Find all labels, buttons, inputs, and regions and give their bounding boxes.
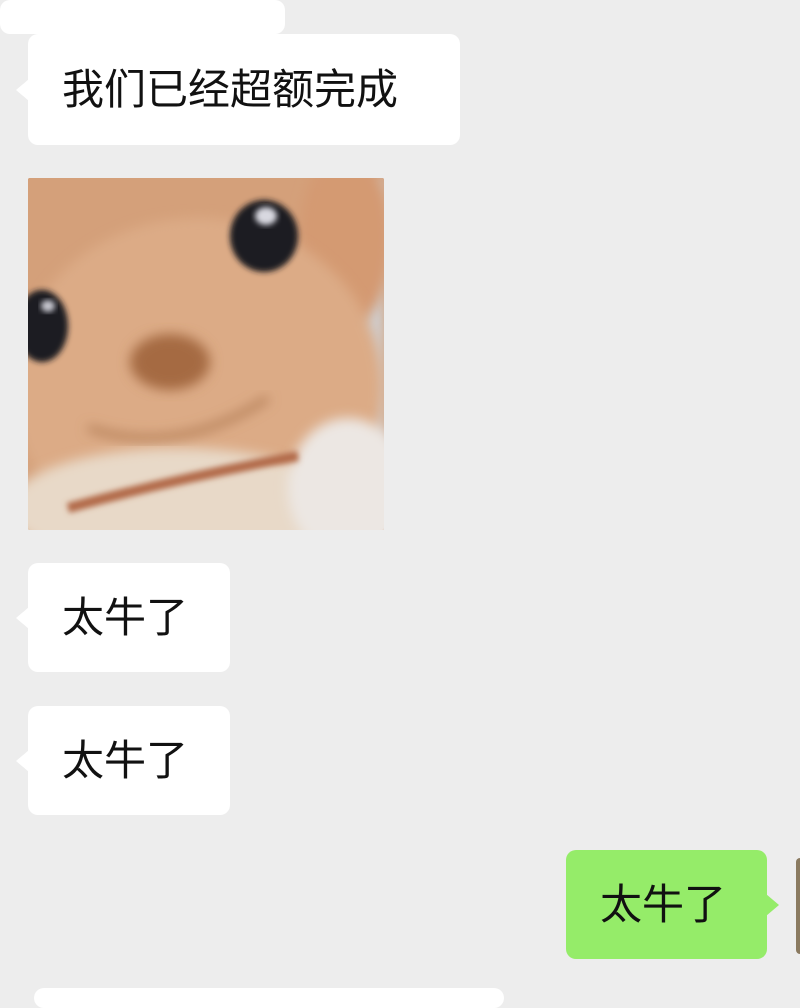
outgoing-message-bubble[interactable]: 太牛了 [566,850,767,959]
incoming-message-bubble[interactable]: 太牛了 [28,706,230,815]
incoming-image-message[interactable] [28,178,384,530]
message-text: 太牛了 [600,879,727,929]
message-text: 我们已经超额完成 [62,64,399,114]
message-text: 太牛了 [62,592,189,642]
partial-message-bubble[interactable] [0,0,285,34]
message-text: 太牛了 [62,735,189,785]
incoming-message-bubble[interactable]: 我们已经超额完成 [28,34,460,145]
chat-history: 我们已经超额完成 太牛了 太牛了 太牛了 [0,0,800,1008]
partial-message-bubble[interactable] [34,988,504,1008]
puppy-sticker-image [28,178,384,530]
avatar[interactable] [796,858,800,954]
incoming-message-bubble[interactable]: 太牛了 [28,563,230,672]
